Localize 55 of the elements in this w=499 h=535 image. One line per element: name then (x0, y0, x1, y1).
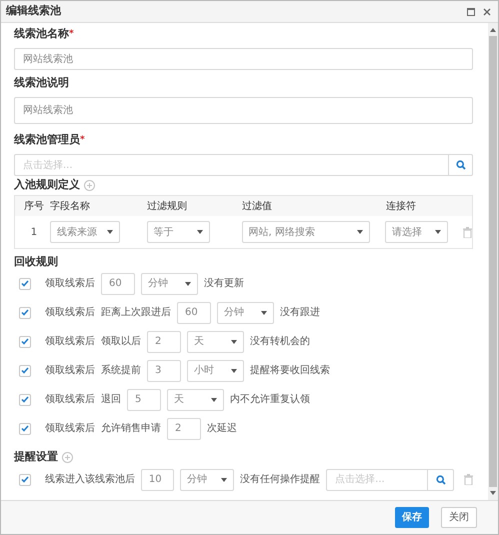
field-label: 线索池管理员* (14, 133, 86, 147)
rule-text: 距离上次跟进后 (101, 306, 171, 320)
field-label: 线索池说明 (14, 76, 70, 90)
number-field[interactable]: 2 (167, 418, 201, 440)
rule-text: 领取线索后 (45, 392, 95, 407)
rule-text: 次延迟 (207, 422, 237, 436)
dropdown[interactable]: 天 (187, 330, 244, 352)
rule-text: 领取线索后 (45, 306, 95, 320)
rule-text: 领取以后 (101, 334, 141, 349)
column-header: 连接符 (386, 200, 417, 214)
dropdown[interactable]: 天 (167, 388, 224, 410)
section-title: 入池规则定义 (14, 176, 80, 193)
number-field[interactable]: 5 (127, 388, 161, 410)
window-title: 编辑线索池 (6, 3, 62, 20)
rule-text: 没有任何操作提醒 (240, 473, 320, 487)
save-button[interactable]: 保存 (395, 507, 429, 528)
rule-text: 领取线索后 (45, 276, 95, 291)
rule-text: 线索进入该线索池后 (44, 472, 135, 487)
column-header: 过滤规则 (147, 200, 188, 214)
rule-text: 系统提前 (101, 364, 141, 378)
rule-text: 没有更新 (204, 276, 244, 291)
rule-text: 领取线索后 (45, 364, 95, 378)
dropdown[interactable]: 分钟 (180, 468, 234, 490)
column-header: 字段名称 (50, 200, 91, 214)
row-number: 1 (30, 226, 38, 240)
dropdown[interactable]: 等于 (146, 221, 210, 243)
dropdown[interactable]: 小时 (187, 360, 244, 382)
number-field[interactable]: 10 (140, 468, 174, 490)
dropdown[interactable]: 分钟 (141, 272, 198, 294)
dropdown[interactable]: 请选择 (385, 221, 448, 243)
number-field[interactable]: 3 (147, 360, 181, 382)
number-field[interactable]: 60 (177, 302, 211, 324)
rule-text: 领取线索后 (45, 422, 95, 436)
field-label: 线索池名称* (14, 27, 75, 41)
column-header: 序号 (23, 200, 45, 214)
required-mark: * (69, 28, 74, 41)
number-field[interactable]: 60 (101, 272, 135, 294)
dropdown[interactable]: 分钟 (217, 302, 274, 324)
name-field[interactable]: 网站线索池 (14, 48, 473, 70)
required-mark: * (80, 134, 85, 147)
rule-text: 没有转机会的 (250, 334, 310, 349)
section-title: 提醒设置 (14, 448, 58, 465)
column-header: 过滤值 (242, 200, 273, 214)
rule-text: 退回 (101, 392, 121, 407)
dropdown[interactable]: 网站, 网络搜索 (242, 221, 370, 243)
rule-text: 领取线索后 (45, 334, 95, 349)
rule-text: 提醒将要收回线索 (250, 364, 330, 378)
description-field[interactable]: 网站线索池 (14, 97, 473, 124)
rule-text: 内不允许重复认领 (230, 392, 310, 407)
rule-text: 没有跟进 (280, 306, 320, 320)
rule-text: 允许销售申请 (101, 422, 161, 436)
close-button[interactable]: 关闭 (441, 507, 477, 528)
number-field[interactable]: 2 (147, 330, 181, 352)
dropdown[interactable]: 线索来源 (50, 221, 120, 243)
section-title: 回收规则 (14, 254, 59, 268)
